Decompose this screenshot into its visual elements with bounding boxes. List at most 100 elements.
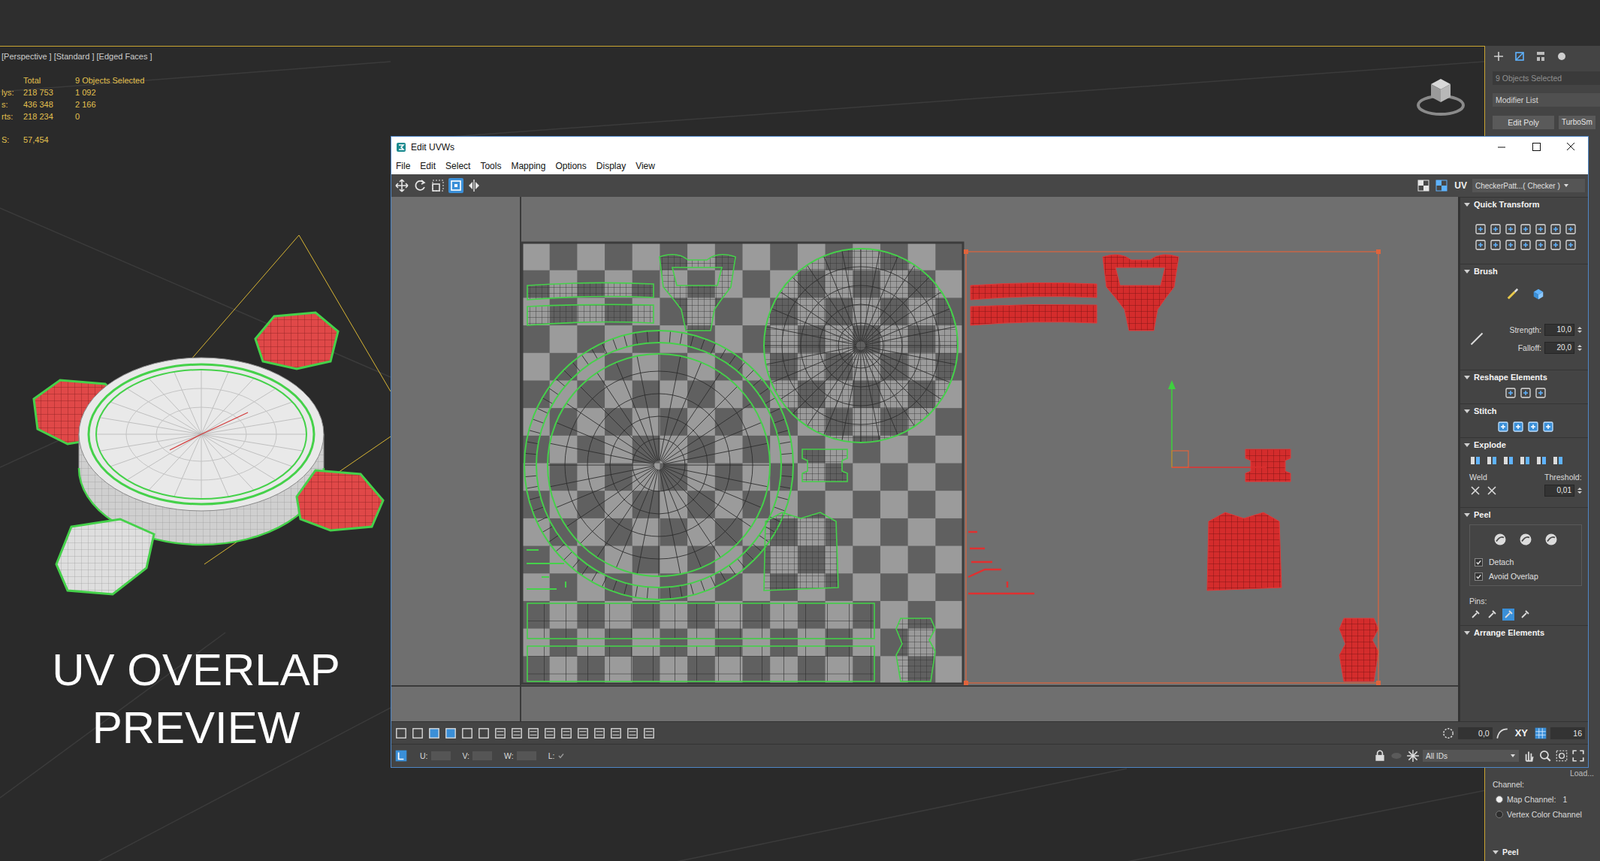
- rollout-header[interactable]: Quick Transform: [1460, 197, 1588, 212]
- weld-icon[interactable]: [1485, 484, 1498, 497]
- explode-tool-icon[interactable]: [1502, 454, 1515, 467]
- menu-item[interactable]: Options: [555, 160, 586, 172]
- close-icon[interactable]: [1553, 136, 1588, 157]
- peel-checkbox[interactable]: Detach: [1474, 557, 1577, 567]
- modifier-list-dropdown[interactable]: Modifier List: [1492, 93, 1600, 107]
- big-circle-island[interactable]: [763, 248, 958, 443]
- texture-dropdown[interactable]: CheckerPatt...( Checker ): [1472, 178, 1585, 193]
- pin-tool-icon[interactable]: [1469, 608, 1482, 621]
- selection-mode-icon[interactable]: [493, 726, 508, 740]
- curve-icon[interactable]: [1495, 726, 1510, 740]
- tool-icon[interactable]: [1549, 238, 1562, 251]
- freeform-icon[interactable]: [448, 178, 464, 194]
- lock-icon[interactable]: [1373, 748, 1387, 763]
- uv-mode-label[interactable]: UV: [1454, 180, 1468, 191]
- scale-icon[interactable]: [430, 178, 446, 194]
- rollout-header[interactable]: Peel: [1492, 846, 1600, 858]
- long-strip-island[interactable]: [527, 603, 875, 682]
- explode-tool-icon[interactable]: [1518, 454, 1531, 467]
- tool-icon[interactable]: [1564, 238, 1577, 251]
- selection-mode-icon[interactable]: [510, 726, 524, 740]
- tool-icon[interactable]: [1504, 238, 1517, 251]
- menu-item[interactable]: Display: [596, 160, 626, 172]
- hierarchy-icon[interactable]: [1534, 50, 1547, 63]
- motion-icon[interactable]: [1555, 50, 1568, 63]
- grid-size-field[interactable]: 16: [1550, 727, 1585, 740]
- tool-icon[interactable]: [1564, 223, 1577, 236]
- selection-mode-icon[interactable]: [460, 726, 474, 740]
- radio-dot[interactable]: [1495, 795, 1504, 804]
- absolute-mode-icon[interactable]: [394, 748, 408, 763]
- modifier-button[interactable]: Edit Poly: [1492, 115, 1555, 130]
- selection-mode-icon[interactable]: [543, 726, 557, 740]
- peel-mode-icon[interactable]: [1492, 531, 1508, 547]
- radio-dot[interactable]: [1495, 810, 1504, 819]
- hide-icon[interactable]: [1389, 748, 1404, 763]
- tool-icon[interactable]: [1527, 420, 1540, 433]
- viewcube-icon[interactable]: [1414, 69, 1468, 122]
- menu-item[interactable]: Edit: [419, 160, 436, 172]
- selection-mode-icon[interactable]: [625, 726, 640, 740]
- pan-icon[interactable]: [1521, 748, 1536, 763]
- material-id-dropdown[interactable]: All IDs: [1422, 749, 1519, 762]
- freeze-icon[interactable]: [1406, 748, 1420, 763]
- rollout-header[interactable]: Arrange Elements: [1460, 625, 1588, 640]
- uv-editor-canvas[interactable]: [391, 196, 1459, 722]
- angle-field[interactable]: 0,0: [1458, 727, 1493, 740]
- checkbox[interactable]: [1474, 572, 1483, 581]
- wedge-part[interactable]: [56, 519, 154, 595]
- axis-toggle[interactable]: XY: [1515, 727, 1528, 739]
- explode-tool-icon[interactable]: [1469, 454, 1482, 467]
- edit-uvws-window[interactable]: Edit UVWsFileEditSelectToolsMappingOptio…: [390, 135, 1589, 768]
- overlap-island[interactable]: [1102, 254, 1179, 331]
- paint-brush-icon[interactable]: [1505, 286, 1521, 302]
- minimize-icon[interactable]: [1484, 136, 1519, 157]
- peel-checkbox[interactable]: Avoid Overlap: [1474, 571, 1577, 581]
- tool-icon[interactable]: [1549, 223, 1562, 236]
- peel-mode-icon[interactable]: [1543, 531, 1559, 547]
- pin-tool-icon[interactable]: [1502, 608, 1515, 621]
- menu-item[interactable]: File: [395, 160, 411, 172]
- explode-tool-icon[interactable]: [1535, 454, 1548, 467]
- selection-mode-icon[interactable]: [526, 726, 541, 740]
- selection-mode-icon[interactable]: [592, 726, 607, 740]
- maximize-icon[interactable]: [1518, 136, 1554, 157]
- channel-radio[interactable]: Vertex Color Channel: [1492, 809, 1600, 820]
- side-island[interactable]: [896, 618, 936, 682]
- rollout-header[interactable]: Explode: [1460, 437, 1588, 452]
- explode-tool-icon[interactable]: [1551, 454, 1564, 467]
- selection-mode-icon[interactable]: [576, 726, 590, 740]
- selection-mode-icon[interactable]: [394, 726, 408, 740]
- tool-icon[interactable]: [1489, 238, 1502, 251]
- selection-mode-icon[interactable]: [443, 726, 458, 740]
- mirror-icon[interactable]: [466, 178, 482, 194]
- spinner-icon[interactable]: [1577, 344, 1582, 352]
- selection-mode-icon[interactable]: [410, 726, 425, 740]
- selection-mode-icon[interactable]: [559, 726, 574, 740]
- overlap-island[interactable]: [1339, 618, 1379, 682]
- selection-mode-icon[interactable]: [609, 726, 623, 740]
- spinner-icon[interactable]: [1577, 326, 1582, 334]
- create-icon[interactable]: [1492, 50, 1505, 63]
- peel-mode-icon[interactable]: [1518, 531, 1534, 547]
- disc-body[interactable]: [78, 357, 324, 545]
- menu-item[interactable]: Mapping: [510, 160, 546, 172]
- menu-item[interactable]: Tools: [480, 160, 502, 172]
- move-icon[interactable]: [394, 178, 410, 194]
- tool-icon[interactable]: [1489, 223, 1502, 236]
- rollout-header[interactable]: Brush: [1460, 264, 1588, 278]
- check-icon[interactable]: [557, 751, 565, 760]
- brush-line-icon[interactable]: [1469, 331, 1485, 347]
- pin-tool-icon[interactable]: [1485, 608, 1498, 621]
- tool-icon[interactable]: [1534, 223, 1547, 236]
- modify-icon[interactable]: [1513, 50, 1526, 63]
- viewport-label[interactable]: [Perspective ] [Standard ] [Edged Faces …: [1, 51, 1485, 62]
- tool-icon[interactable]: [1534, 386, 1547, 399]
- tool-icon[interactable]: [1519, 223, 1532, 236]
- spinner-field[interactable]: Falloff:20,0: [1509, 341, 1582, 354]
- small-island[interactable]: [802, 449, 848, 482]
- tiny-islands[interactable]: [526, 549, 566, 589]
- tool-icon[interactable]: [1512, 420, 1525, 433]
- tool-icon[interactable]: [1474, 238, 1487, 251]
- weld-icon[interactable]: [1469, 484, 1482, 497]
